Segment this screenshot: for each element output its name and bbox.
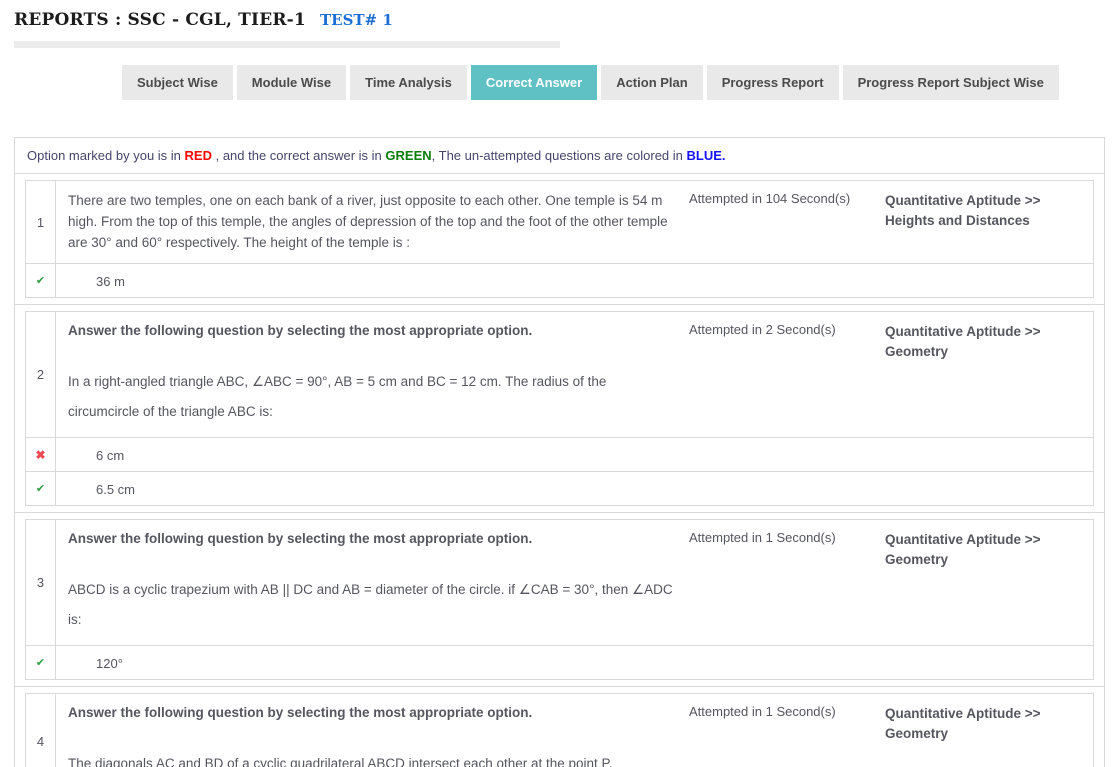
question-text: In a right-angled triangle ABC, ∠ABC = 9… [68, 367, 675, 427]
question-number: 3 [26, 520, 56, 645]
legend-text: Option marked by you is in [27, 148, 185, 163]
tab-progress-report-subject-wise[interactable]: Progress Report Subject Wise [843, 65, 1059, 100]
header-divider [14, 41, 560, 48]
tab-progress-report[interactable]: Progress Report [707, 65, 839, 100]
page-header: REPORTS : SSC - CGL, TIER-1 TEST# 1 [14, 10, 1105, 30]
question-row: 4 Answer the following question by selec… [26, 694, 1093, 767]
question-text: The diagonals AC and BD of a cyclic quad… [68, 749, 675, 767]
question-section: 1 There are two temples, one on each ban… [15, 174, 1104, 305]
question-number: 1 [26, 181, 56, 263]
question-section: 4 Answer the following question by selec… [15, 687, 1104, 767]
question-number: 4 [26, 694, 56, 767]
tab-correct-answer[interactable]: Correct Answer [471, 65, 597, 100]
question-card: 1 There are two temples, one on each ban… [25, 180, 1094, 298]
attempted-time: Attempted in 1 Second(s) [689, 694, 885, 767]
question-section: 3 Answer the following question by selec… [15, 513, 1104, 687]
answer-option-row: ✖ 6 cm [26, 437, 1093, 471]
question-category: Quantitative Aptitude >> Heights and Dis… [885, 181, 1093, 263]
answer-option-text: 6 cm [56, 438, 1093, 471]
question-content: Answer the following question by selecti… [56, 312, 689, 437]
question-content: Answer the following question by selecti… [56, 520, 689, 645]
attempted-time: Attempted in 1 Second(s) [689, 520, 885, 645]
question-category: Quantitative Aptitude >> Geometry [885, 312, 1093, 437]
report-page: REPORTS : SSC - CGL, TIER-1 TEST# 1 Subj… [0, 0, 1119, 767]
legend-text: , The un-attempted questions are colored… [432, 148, 687, 163]
legend-green-label: GREEN [385, 148, 431, 163]
question-card: 2 Answer the following question by selec… [25, 311, 1094, 506]
correct-answer-icon: ✔ [26, 472, 56, 505]
results-container: Option marked by you is in RED , and the… [14, 137, 1105, 767]
correct-answer-icon: ✔ [26, 264, 56, 297]
question-category: Quantitative Aptitude >> Geometry [885, 520, 1093, 645]
tab-action-plan[interactable]: Action Plan [601, 65, 703, 100]
question-text: ABCD is a cyclic trapezium with AB || DC… [68, 575, 675, 635]
legend-notice: Option marked by you is in RED , and the… [15, 138, 1104, 174]
answer-option-text: 6.5 cm [56, 472, 1093, 505]
question-row: 2 Answer the following question by selec… [26, 312, 1093, 437]
question-card: 3 Answer the following question by selec… [25, 519, 1094, 680]
answer-option-row: ✔ 36 m [26, 263, 1093, 297]
attempted-time: Attempted in 104 Second(s) [689, 181, 885, 263]
question-intro: Answer the following question by selecti… [68, 529, 675, 549]
question-content: There are two temples, one on each bank … [56, 181, 689, 263]
question-card: 4 Answer the following question by selec… [25, 693, 1094, 767]
correct-answer-icon: ✔ [26, 646, 56, 679]
question-text: There are two temples, one on each bank … [68, 190, 675, 253]
question-intro: Answer the following question by selecti… [68, 321, 675, 341]
page-title: REPORTS : SSC - CGL, TIER-1 [14, 10, 306, 30]
question-row: 1 There are two temples, one on each ban… [26, 181, 1093, 263]
question-number: 2 [26, 312, 56, 437]
answer-option-text: 36 m [56, 264, 1093, 297]
question-section: 2 Answer the following question by selec… [15, 305, 1104, 513]
report-tabs: Subject Wise Module Wise Time Analysis C… [122, 65, 1105, 100]
legend-text: , and the correct answer is in [212, 148, 385, 163]
legend-blue-label: BLUE. [687, 148, 726, 163]
question-intro: Answer the following question by selecti… [68, 703, 675, 723]
answer-option-text: 120° [56, 646, 1093, 679]
answer-option-row: ✔ 120° [26, 645, 1093, 679]
question-row: 3 Answer the following question by selec… [26, 520, 1093, 645]
question-content: Answer the following question by selecti… [56, 694, 689, 767]
legend-red-label: RED [185, 148, 212, 163]
tab-subject-wise[interactable]: Subject Wise [122, 65, 233, 100]
test-number-link[interactable]: TEST# 1 [320, 11, 393, 29]
question-category: Quantitative Aptitude >> Geometry [885, 694, 1093, 767]
tab-time-analysis[interactable]: Time Analysis [350, 65, 467, 100]
tab-module-wise[interactable]: Module Wise [237, 65, 346, 100]
attempted-time: Attempted in 2 Second(s) [689, 312, 885, 437]
wrong-answer-icon: ✖ [26, 438, 56, 471]
answer-option-row: ✔ 6.5 cm [26, 471, 1093, 505]
